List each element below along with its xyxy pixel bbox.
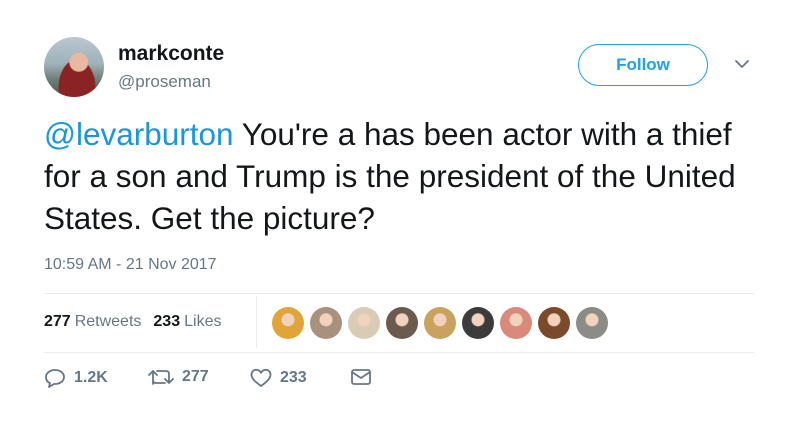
- liker-avatar[interactable]: [272, 307, 304, 339]
- liker-avatar[interactable]: [348, 307, 380, 339]
- liker-avatar[interactable]: [462, 307, 494, 339]
- retweets-label: Retweets: [74, 313, 142, 330]
- author-name[interactable]: markconte: [118, 42, 224, 66]
- divider-bottom: [44, 352, 754, 353]
- like-action[interactable]: 233: [250, 368, 307, 388]
- retweets-count: 277: [44, 313, 71, 330]
- divider-top: [44, 293, 754, 294]
- liker-avatar[interactable]: [576, 307, 608, 339]
- reply-action[interactable]: 1.2K: [44, 368, 108, 388]
- liker-avatar[interactable]: [538, 307, 570, 339]
- reply-icon: [45, 369, 65, 388]
- liker-avatars: [272, 307, 608, 339]
- liker-avatar[interactable]: [310, 307, 342, 339]
- follow-button[interactable]: Follow: [578, 44, 708, 86]
- retweet-count: 277: [182, 368, 209, 385]
- tweet-timestamp[interactable]: 10:59 AM - 21 Nov 2017: [44, 256, 217, 274]
- likes-stat[interactable]: 233 Likes: [153, 313, 221, 331]
- heart-icon: [250, 368, 272, 387]
- retweets-stat[interactable]: 277 Retweets: [44, 313, 141, 331]
- author-handle[interactable]: @proseman: [118, 72, 211, 92]
- reply-count: 1.2K: [74, 369, 108, 386]
- stats-separator: [256, 296, 257, 348]
- liker-avatar[interactable]: [500, 307, 532, 339]
- liker-avatar[interactable]: [386, 307, 418, 339]
- like-count: 233: [280, 369, 307, 386]
- liker-avatar[interactable]: [424, 307, 456, 339]
- mention-link[interactable]: @levarburton: [44, 116, 234, 152]
- tweet-stats: 277 Retweets 233 Likes: [44, 313, 221, 331]
- message-action[interactable]: [350, 368, 372, 386]
- retweet-action[interactable]: 277: [148, 368, 209, 386]
- author-avatar[interactable]: [44, 37, 104, 97]
- chevron-down-icon[interactable]: [734, 58, 750, 70]
- envelope-icon: [351, 369, 371, 385]
- likes-label: Likes: [184, 313, 222, 330]
- likes-count: 233: [153, 313, 181, 330]
- tweet-text: @levarburton You're a has been actor wit…: [44, 113, 764, 239]
- retweet-icon: [148, 370, 174, 385]
